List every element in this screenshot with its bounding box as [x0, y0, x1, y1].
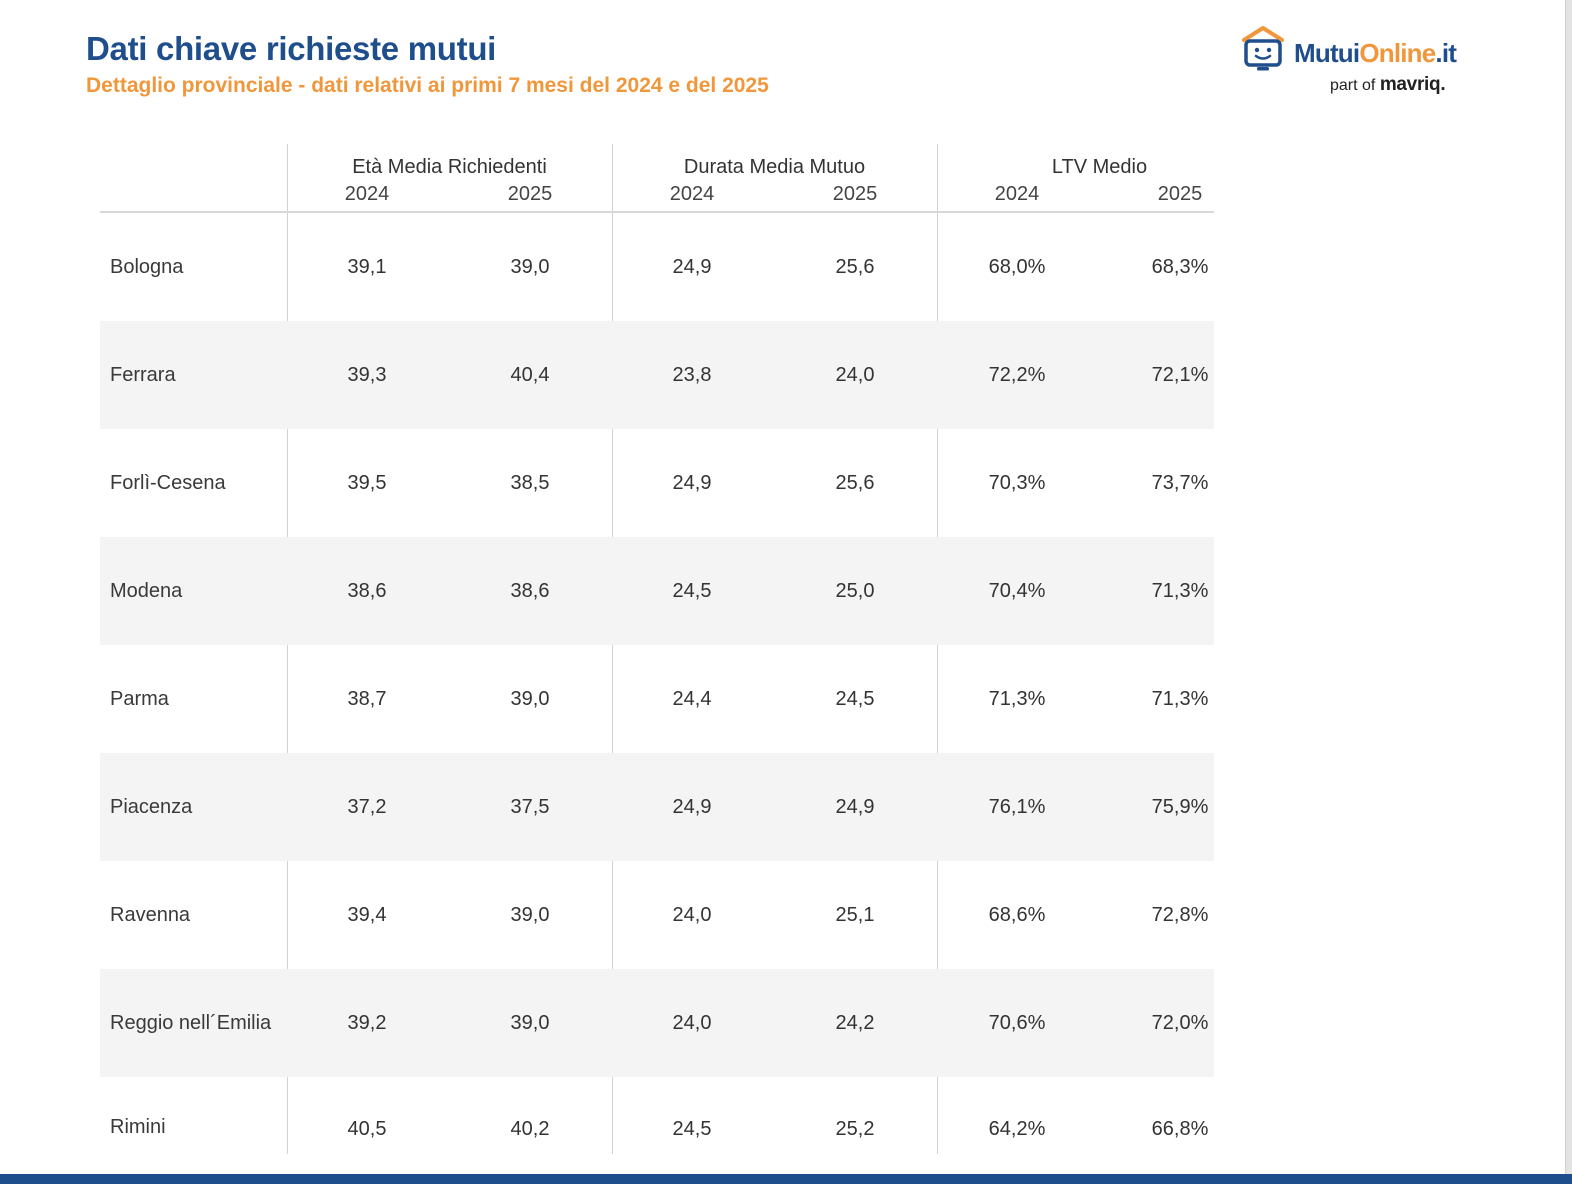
- table-row: Modena 38,6 38,6 24,5 25,0 70,4% 71,3%: [100, 537, 1214, 645]
- table-cell: 72,0%: [1151, 1012, 1209, 1034]
- year-header: 2025: [1157, 183, 1203, 205]
- table-cell: 24,2: [835, 1012, 875, 1034]
- table-cell: 39,3: [347, 364, 387, 386]
- table-cell: 39,0: [510, 688, 550, 710]
- page-subtitle: Dettaglio provinciale - dati relativi ai…: [86, 74, 769, 97]
- table-cell: 25,6: [835, 472, 875, 494]
- year-header: 2025: [832, 183, 878, 205]
- province-name: Rimini: [110, 1116, 166, 1138]
- table-cell: 24,0: [672, 904, 712, 926]
- table-cell: 68,3%: [1151, 256, 1209, 278]
- table-cell: 72,2%: [988, 364, 1046, 386]
- table-row: Ferrara 39,3 40,4 23,8 24,0 72,2% 72,1%: [100, 321, 1214, 429]
- table-cell: 71,3%: [1151, 688, 1209, 710]
- province-name: Parma: [110, 688, 169, 710]
- province-name: Ferrara: [110, 364, 176, 386]
- province-name: Bologna: [110, 256, 184, 278]
- table-cell: 75,9%: [1151, 796, 1209, 818]
- table-row: Ravenna 39,4 39,0 24,0 25,1 68,6% 72,8%: [100, 861, 1214, 969]
- table-cell: 24,4: [672, 688, 712, 710]
- table-cell: 24,9: [672, 796, 712, 818]
- table-cell: 24,0: [672, 1012, 712, 1034]
- table-cell: 71,3%: [988, 688, 1046, 710]
- table-cell: 70,3%: [988, 472, 1046, 494]
- table-cell: 73,7%: [1151, 472, 1209, 494]
- logo-tagline: part of mavriq.: [1330, 74, 1446, 95]
- table-cell: 25,2: [835, 1118, 875, 1140]
- table-cell: 40,2: [510, 1118, 550, 1140]
- table-cell: 37,5: [510, 796, 550, 818]
- table-row: Rimini 40,5 40,2 24,5 25,2 64,2% 66,8%: [100, 1077, 1214, 1167]
- slide: Dati chiave richieste mutui Dettaglio pr…: [0, 0, 1566, 1184]
- group-header-ltv: LTV Medio: [1051, 156, 1148, 178]
- table-cell: 39,1: [347, 256, 387, 278]
- table-cell: 39,4: [347, 904, 387, 926]
- table-cell: 72,8%: [1151, 904, 1209, 926]
- table-cell: 25,0: [835, 580, 875, 602]
- table-cell: 24,0: [835, 364, 875, 386]
- table-cell: 40,5: [347, 1118, 387, 1140]
- table-cell: 24,9: [672, 472, 712, 494]
- page-title: Dati chiave richieste mutui: [86, 30, 497, 67]
- year-header: 2024: [994, 183, 1040, 205]
- year-header: 2024: [344, 183, 390, 205]
- table-cell: 38,7: [347, 688, 387, 710]
- table-cell: 71,3%: [1151, 580, 1209, 602]
- logo-wordmark: MutuiOnline.it: [1294, 38, 1457, 68]
- year-header: 2024: [669, 183, 715, 205]
- table-cell: 38,6: [510, 580, 550, 602]
- table-cell: 25,1: [835, 904, 875, 926]
- table-cell: 25,6: [835, 256, 875, 278]
- group-header-eta: Età Media Richiedenti: [352, 156, 547, 178]
- table-row: Forlì-Cesena 39,5 38,5 24,9 25,6 70,3% 7…: [100, 429, 1214, 537]
- table-cell: 24,5: [672, 580, 712, 602]
- table-cell: 39,0: [510, 256, 550, 278]
- group-header-durata: Durata Media Mutuo: [683, 156, 866, 178]
- house-screen-icon: [1242, 26, 1284, 71]
- table-cell: 24,5: [672, 1118, 712, 1140]
- table-row: Bologna 39,1 39,0 24,9 25,6 68,0% 68,3%: [100, 213, 1214, 321]
- table-row: Reggio nell´Emilia 39,2 39,0 24,0 24,2 7…: [100, 969, 1214, 1077]
- table-cell: 68,6%: [988, 904, 1046, 926]
- table-row: Piacenza 37,2 37,5 24,9 24,9 76,1% 75,9%: [100, 753, 1214, 861]
- mutuionline-logo: MutuiOnline.it part of mavriq.: [1238, 24, 1468, 98]
- window-edge: [1565, 0, 1572, 1184]
- footer-bar: [0, 1174, 1572, 1184]
- province-name: Modena: [110, 580, 183, 602]
- table-row: Parma 38,7 39,0 24,4 24,5 71,3% 71,3%: [100, 645, 1214, 753]
- table-cell: 40,4: [510, 364, 550, 386]
- year-header: 2025: [507, 183, 553, 205]
- table-cell: 64,2%: [988, 1118, 1046, 1140]
- table-cell: 39,0: [510, 1012, 550, 1034]
- table-cell: 38,5: [510, 472, 550, 494]
- table-cell: 24,5: [835, 688, 875, 710]
- table-cell: 68,0%: [988, 256, 1046, 278]
- province-name: Forlì-Cesena: [110, 472, 226, 494]
- province-name: Piacenza: [110, 796, 193, 818]
- table-cell: 39,2: [347, 1012, 387, 1034]
- table-cell: 24,9: [835, 796, 875, 818]
- table-cell: 24,9: [672, 256, 712, 278]
- table-cell: 66,8%: [1151, 1118, 1209, 1140]
- table-cell: 76,1%: [988, 796, 1046, 818]
- province-name: Reggio nell´Emilia: [110, 1012, 272, 1034]
- table-cell: 37,2: [347, 796, 387, 818]
- table-cell: 70,6%: [988, 1012, 1046, 1034]
- table-cell: 72,1%: [1151, 364, 1209, 386]
- table-cell: 38,6: [347, 580, 387, 602]
- table-cell: 39,5: [347, 472, 387, 494]
- table-cell: 23,8: [672, 364, 712, 386]
- table-cell: 70,4%: [988, 580, 1046, 602]
- table-cell: 39,0: [510, 904, 550, 926]
- province-name: Ravenna: [110, 904, 191, 926]
